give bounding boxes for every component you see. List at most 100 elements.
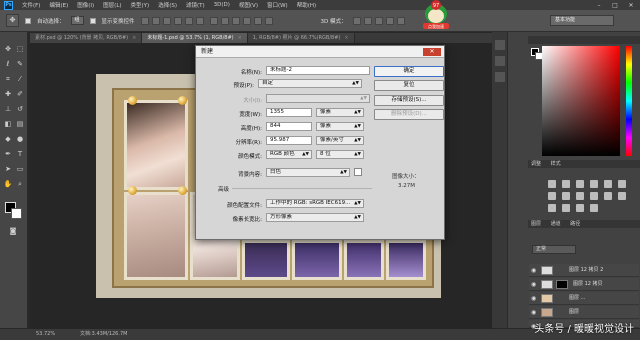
dodge-tool-icon[interactable]: ●: [15, 134, 25, 144]
eraser-tool-icon[interactable]: ◧: [3, 119, 13, 129]
brightness-icon[interactable]: [548, 180, 556, 188]
history-brush-tool-icon[interactable]: ↺: [15, 104, 25, 114]
levels-icon[interactable]: [562, 180, 570, 188]
tab-document-2[interactable]: 未标题-1.psd @ 53.7% (1, RGB/8#) ×: [142, 33, 248, 43]
color-profile-dropdown[interactable]: 工作中的 RGB: sRGB IEC619... ▲▼: [266, 199, 364, 208]
height-field[interactable]: 844: [266, 122, 312, 131]
zoom-tool-icon[interactable]: ⌕: [15, 179, 25, 189]
align-right-icon[interactable]: [195, 16, 204, 25]
preset-dropdown[interactable]: 自定 ▲▼: [258, 79, 362, 88]
zoom-level[interactable]: 53.72%: [36, 329, 55, 340]
align-middle-icon[interactable]: [151, 16, 160, 25]
delete-preset-button[interactable]: 删除预设(D)...: [374, 109, 444, 120]
distribute-middle-icon[interactable]: [220, 16, 229, 25]
pixel-aspect-dropdown[interactable]: 方形像素 ▲▼: [266, 213, 364, 222]
distribute-left-icon[interactable]: [242, 16, 251, 25]
close-tab-icon[interactable]: ×: [238, 35, 242, 41]
brush-tool-icon[interactable]: ✐: [15, 89, 25, 99]
channel-mixer-icon[interactable]: [590, 192, 598, 200]
eyedropper-tool-icon[interactable]: ⁄: [15, 74, 25, 84]
path-select-tool-icon[interactable]: ➤: [3, 164, 13, 174]
drag-3d-icon[interactable]: [374, 16, 383, 25]
exposure-icon[interactable]: [590, 180, 598, 188]
eye-icon[interactable]: ◉: [531, 292, 536, 305]
menu-view[interactable]: 视图(V): [239, 1, 258, 9]
close-window-icon[interactable]: ✕: [626, 2, 636, 9]
align-center-icon[interactable]: [184, 16, 193, 25]
pen-tool-icon[interactable]: ✒: [3, 149, 13, 159]
width-field[interactable]: 1355: [266, 108, 312, 117]
menu-layer[interactable]: 图层(L): [103, 1, 121, 9]
align-left-icon[interactable]: [173, 16, 182, 25]
black-white-icon[interactable]: [562, 192, 570, 200]
eye-icon[interactable]: ◉: [531, 278, 536, 291]
tab-styles[interactable]: 样式: [551, 161, 561, 167]
color-picker-field[interactable]: [542, 46, 620, 156]
background-content-dropdown[interactable]: 白色 ▲▼: [266, 168, 350, 177]
layer-row[interactable]: ◉ 图层 ...: [529, 292, 639, 305]
menu-filter[interactable]: 滤镜(T): [186, 1, 205, 9]
menu-file[interactable]: 文件(F): [22, 1, 40, 9]
eye-icon[interactable]: ◉: [531, 306, 536, 319]
shape-tool-icon[interactable]: ▭: [15, 164, 25, 174]
distribute-center-icon[interactable]: [253, 16, 262, 25]
move-tool-preset-icon[interactable]: ✥: [6, 14, 19, 27]
move-tool-icon[interactable]: ✥: [3, 44, 13, 54]
height-unit-dropdown[interactable]: 像素 ▲▼: [316, 122, 364, 131]
slide-3d-icon[interactable]: [385, 16, 394, 25]
background-color-swatch[interactable]: [354, 168, 362, 176]
align-top-icon[interactable]: [140, 16, 149, 25]
rotate-3d-icon[interactable]: [352, 16, 361, 25]
show-transform-checkbox[interactable]: [89, 17, 96, 24]
selective-color-icon[interactable]: [590, 204, 598, 212]
eye-icon[interactable]: ◉: [531, 264, 536, 277]
tab-adjustments[interactable]: 调整: [531, 161, 541, 167]
clone-stamp-tool-icon[interactable]: ⊥: [3, 104, 13, 114]
layer-row[interactable]: ◉ 图层 12 拷贝 2: [529, 264, 639, 277]
gradient-tool-icon[interactable]: ▤: [15, 119, 25, 129]
marquee-tool-icon[interactable]: ⬚: [15, 44, 25, 54]
gradient-map-icon[interactable]: [576, 204, 584, 212]
width-unit-dropdown[interactable]: 像素 ▲▼: [316, 108, 364, 117]
roll-3d-icon[interactable]: [363, 16, 372, 25]
close-tab-icon[interactable]: ×: [344, 35, 348, 41]
lookup-icon[interactable]: [604, 192, 612, 200]
vibrance-icon[interactable]: [604, 180, 612, 188]
menu-edit[interactable]: 编辑(E): [49, 1, 68, 9]
size-dropdown[interactable]: ▲▼: [266, 94, 370, 103]
hue-slider[interactable]: [626, 46, 632, 156]
crop-tool-icon[interactable]: ⌗: [3, 74, 13, 84]
color-balance-icon[interactable]: [548, 192, 556, 200]
speed-up-mascot-icon[interactable]: 97 点我加速: [418, 0, 454, 30]
close-tab-icon[interactable]: ×: [132, 35, 136, 41]
blend-mode-dropdown[interactable]: 正常: [532, 245, 576, 254]
auto-select-dropdown[interactable]: 组: [70, 16, 84, 25]
healing-tool-icon[interactable]: ✚: [3, 89, 13, 99]
properties-panel-icon[interactable]: [495, 56, 505, 66]
photo-filter-icon[interactable]: [576, 192, 584, 200]
hue-icon[interactable]: [618, 180, 626, 188]
posterize-icon[interactable]: [548, 204, 556, 212]
color-mode-dropdown[interactable]: RGB 颜色 ▲▼: [266, 150, 312, 159]
distribute-right-icon[interactable]: [264, 16, 273, 25]
invert-icon[interactable]: [618, 192, 626, 200]
menu-type[interactable]: 类型(Y): [131, 1, 150, 9]
workspace-dropdown[interactable]: 基本功能: [550, 15, 614, 26]
curves-icon[interactable]: [576, 180, 584, 188]
ok-button[interactable]: 确定: [374, 66, 444, 77]
bit-depth-dropdown[interactable]: 8 位 ▲▼: [316, 150, 364, 159]
dialog-close-button[interactable]: ✕: [423, 48, 441, 56]
maximize-icon[interactable]: □: [610, 2, 620, 9]
layer-row[interactable]: ◉ 图层 12 拷贝: [529, 278, 639, 291]
tab-channels[interactable]: 通道: [551, 221, 561, 227]
background-color-swatch[interactable]: [11, 208, 22, 219]
layer-row[interactable]: ◉ 图层: [529, 306, 639, 319]
history-panel-icon[interactable]: [495, 40, 505, 50]
minimize-icon[interactable]: –: [594, 2, 604, 9]
auto-select-checkbox[interactable]: [25, 17, 31, 24]
tab-document-3[interactable]: 1, RGB/8#) 照片 @ 66.7%(RGB/8#) ×: [247, 33, 355, 43]
menu-3d[interactable]: 3D(D): [214, 2, 230, 8]
quick-select-tool-icon[interactable]: ✎: [15, 59, 25, 69]
resolution-unit-dropdown[interactable]: 像素/英寸 ▲▼: [316, 136, 364, 145]
scale-3d-icon[interactable]: [396, 16, 405, 25]
